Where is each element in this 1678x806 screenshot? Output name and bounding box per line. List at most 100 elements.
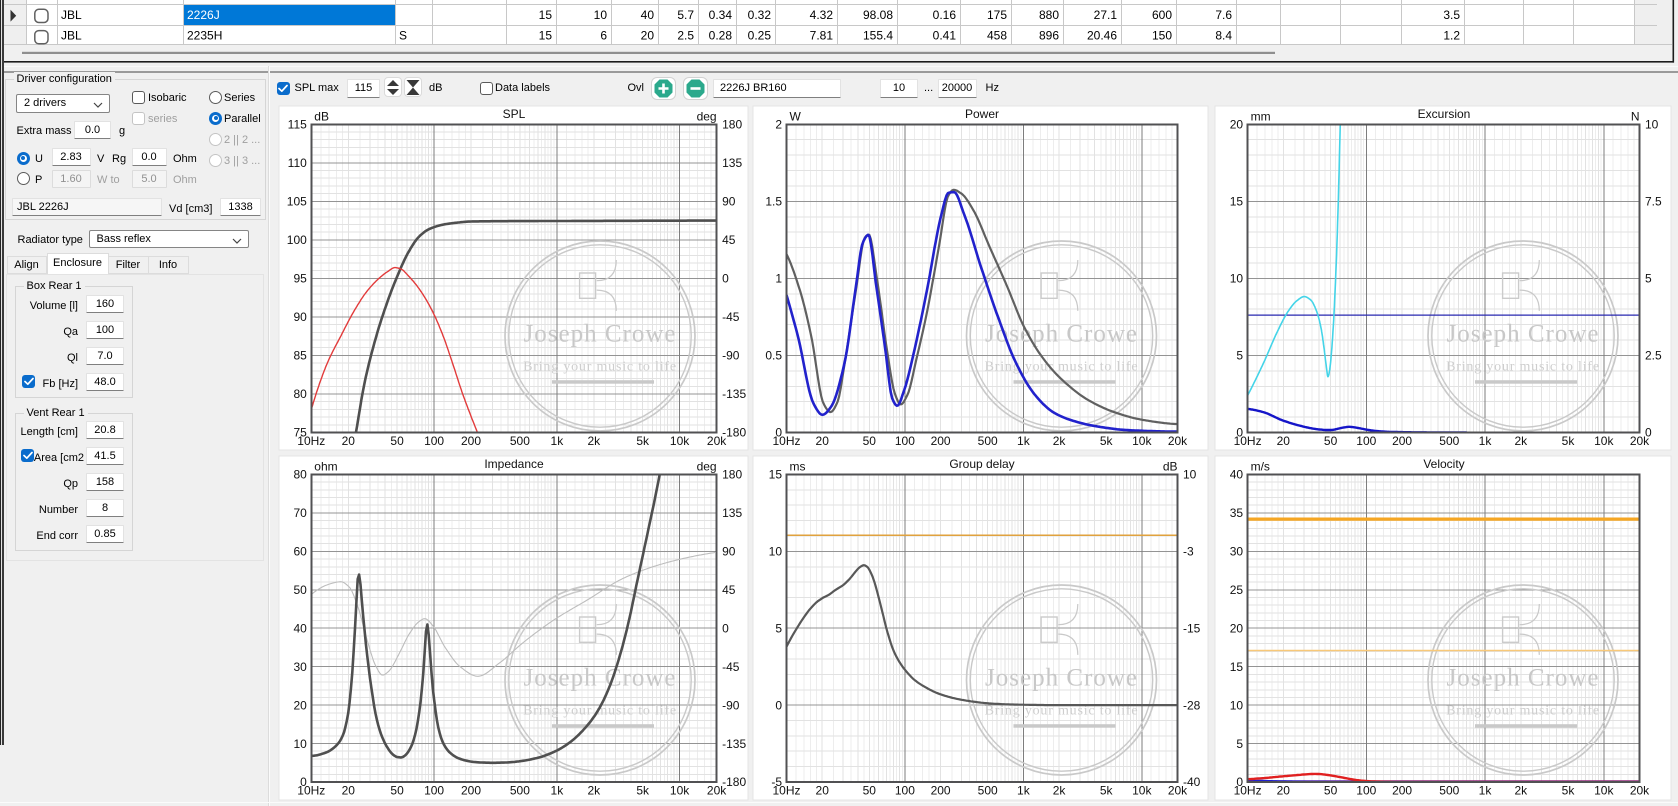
svg-text:50: 50: [390, 434, 404, 448]
svg-text:0.5: 0.5: [765, 349, 782, 363]
svg-text:Joseph Crowe: Joseph Crowe: [1447, 665, 1600, 692]
svg-text:110: 110: [288, 156, 307, 170]
svg-text:50: 50: [1324, 784, 1338, 798]
svg-text:200: 200: [461, 434, 481, 448]
svg-text:10k: 10k: [1132, 434, 1152, 448]
svg-text:100: 100: [895, 434, 915, 448]
svg-text:ohm: ohm: [314, 460, 337, 474]
svg-text:50: 50: [293, 583, 307, 597]
svg-text:10Hz: 10Hz: [772, 784, 800, 798]
svg-text:-45: -45: [722, 310, 740, 324]
svg-text:10Hz: 10Hz: [1234, 434, 1262, 448]
svg-text:2226J: 2226J: [187, 8, 220, 22]
svg-text:458: 458: [987, 29, 1007, 43]
svg-text:500: 500: [510, 434, 530, 448]
svg-text:50: 50: [390, 784, 404, 798]
svg-text:20.46: 20.46: [1087, 29, 1117, 43]
svg-text:0.41: 0.41: [933, 29, 957, 43]
svg-text:95: 95: [293, 272, 307, 286]
svg-text:27.1: 27.1: [1094, 8, 1118, 22]
svg-text:5k: 5k: [1562, 784, 1576, 798]
svg-text:JBL: JBL: [61, 29, 82, 43]
svg-text:80: 80: [293, 387, 307, 401]
svg-text:2k: 2k: [1514, 434, 1528, 448]
svg-text:135: 135: [722, 156, 742, 170]
svg-text:600: 600: [1152, 8, 1172, 22]
svg-text:2.5: 2.5: [1645, 349, 1662, 363]
svg-text:0.16: 0.16: [933, 8, 957, 22]
svg-text:7.6: 7.6: [1215, 8, 1232, 22]
svg-text:5k: 5k: [1100, 784, 1114, 798]
svg-text:10Hz: 10Hz: [1234, 784, 1262, 798]
svg-text:60: 60: [293, 545, 307, 559]
svg-text:15: 15: [1230, 660, 1244, 674]
svg-text:30: 30: [1230, 545, 1244, 559]
svg-text:10: 10: [1645, 118, 1659, 132]
svg-text:20k: 20k: [707, 434, 727, 448]
svg-text:155.4: 155.4: [863, 29, 893, 43]
svg-text:20: 20: [816, 434, 830, 448]
svg-text:20: 20: [293, 698, 307, 712]
svg-text:Joseph Crowe: Joseph Crowe: [985, 665, 1138, 692]
svg-text:40: 40: [641, 8, 655, 22]
svg-text:0.34: 0.34: [709, 8, 733, 22]
svg-text:200: 200: [931, 434, 951, 448]
svg-text:85: 85: [293, 349, 307, 363]
svg-text:20: 20: [342, 434, 356, 448]
svg-text:10Hz: 10Hz: [297, 784, 325, 798]
svg-text:100: 100: [287, 233, 307, 247]
svg-text:1: 1: [775, 272, 782, 286]
svg-text:10k: 10k: [1132, 784, 1152, 798]
svg-text:10k: 10k: [670, 434, 690, 448]
svg-text:20k: 20k: [1168, 784, 1188, 798]
svg-text:Joseph Crowe: Joseph Crowe: [524, 321, 677, 348]
svg-text:45: 45: [722, 583, 736, 597]
svg-text:-90: -90: [722, 349, 740, 363]
svg-text:50: 50: [1324, 434, 1338, 448]
svg-text:20: 20: [342, 784, 356, 798]
svg-text:1k: 1k: [1017, 434, 1031, 448]
svg-text:15: 15: [539, 8, 553, 22]
svg-text:880: 880: [1039, 8, 1059, 22]
svg-text:2k: 2k: [587, 434, 601, 448]
svg-text:8.4: 8.4: [1215, 29, 1232, 43]
svg-text:0: 0: [722, 272, 729, 286]
svg-text:Joseph Crowe: Joseph Crowe: [1447, 321, 1600, 348]
svg-text:40: 40: [1230, 468, 1244, 482]
svg-text:3.5: 3.5: [1443, 8, 1460, 22]
svg-text:90: 90: [722, 195, 736, 209]
svg-text:dB: dB: [314, 109, 329, 123]
svg-text:5: 5: [1236, 349, 1243, 363]
svg-text:115: 115: [288, 118, 307, 132]
svg-text:10Hz: 10Hz: [297, 434, 325, 448]
svg-text:50: 50: [863, 434, 877, 448]
svg-text:20k: 20k: [1630, 784, 1650, 798]
svg-text:180: 180: [722, 118, 742, 132]
svg-text:Group delay: Group delay: [949, 457, 1014, 471]
svg-text:70: 70: [293, 506, 307, 520]
svg-text:500: 500: [978, 434, 998, 448]
svg-text:1.5: 1.5: [765, 195, 782, 209]
svg-text:1k: 1k: [1479, 784, 1493, 798]
svg-text:S: S: [399, 29, 407, 43]
svg-text:10k: 10k: [1594, 434, 1614, 448]
svg-text:20k: 20k: [1630, 434, 1650, 448]
svg-text:5k: 5k: [1100, 434, 1114, 448]
svg-text:m/s: m/s: [1251, 460, 1270, 474]
svg-text:20k: 20k: [707, 784, 727, 798]
svg-text:W: W: [790, 109, 802, 123]
svg-text:10: 10: [1183, 468, 1197, 482]
svg-text:JBL: JBL: [61, 8, 82, 22]
svg-text:Velocity: Velocity: [1423, 457, 1464, 471]
svg-text:2k: 2k: [1514, 784, 1528, 798]
svg-text:100: 100: [895, 784, 915, 798]
svg-text:5: 5: [1645, 272, 1652, 286]
svg-text:25: 25: [1230, 583, 1244, 597]
svg-text:-135: -135: [722, 737, 746, 751]
svg-text:Excursion: Excursion: [1418, 107, 1471, 121]
svg-text:0.32: 0.32: [748, 8, 772, 22]
svg-text:105: 105: [287, 195, 307, 209]
svg-text:2k: 2k: [1053, 434, 1067, 448]
svg-text:20: 20: [816, 784, 830, 798]
svg-text:20: 20: [641, 29, 655, 43]
